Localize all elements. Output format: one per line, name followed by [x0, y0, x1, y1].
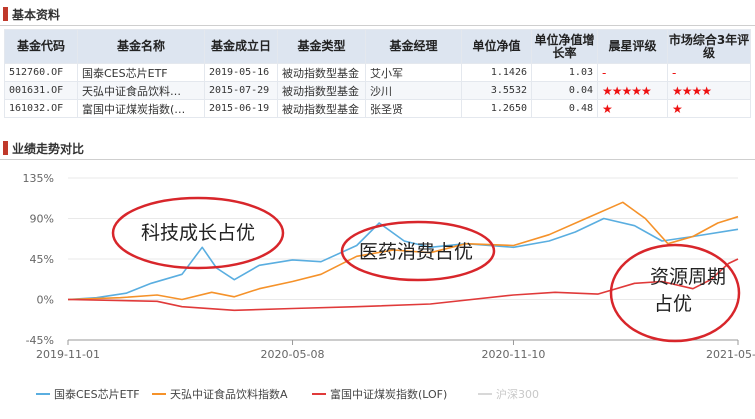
performance-header: 业绩走势对比	[0, 136, 755, 160]
header-type[interactable]: 基金类型	[277, 29, 366, 64]
chart-legend[interactable]: 国泰CES芯片ETF 天弘中证食品饮料指数A 富国中证煤炭指数(LOF) 沪深300	[36, 387, 539, 401]
fund-type: 被动指数型基金	[277, 63, 366, 82]
fund-manager[interactable]: 张圣贤	[365, 99, 462, 118]
mkt-rating-stars: -	[667, 63, 751, 82]
annotation-text: 资源周期	[650, 266, 726, 288]
fund-type: 被动指数型基金	[277, 99, 366, 118]
fund-type: 被动指数型基金	[277, 81, 366, 100]
fund-growth: 1.03	[531, 63, 598, 82]
legend-label: 天弘中证食品饮料指数A	[170, 387, 288, 401]
table-row[interactable]: 001631.OF 天弘中证食品饮料… 2015-07-29 被动指数型基金 沙…	[4, 81, 751, 100]
header-date[interactable]: 基金成立日	[204, 29, 278, 64]
y-tick-label: -45%	[26, 334, 54, 347]
fund-code[interactable]: 161032.OF	[4, 99, 78, 118]
fund-nav: 1.1426	[461, 63, 532, 82]
y-tick-label: 45%	[30, 253, 54, 266]
section-divider	[0, 25, 755, 26]
fund-code[interactable]: 512760.OF	[4, 63, 78, 82]
table-header-row: 基金代码 基金名称 基金成立日 基金类型 基金经理 单位净值 单位净值增长率 晨…	[4, 29, 751, 64]
section-title-basic: 基本资料	[12, 7, 61, 22]
y-tick-label: 0%	[37, 294, 54, 307]
fund-growth: 0.48	[531, 99, 598, 118]
ms-rating-stars: -	[597, 63, 668, 82]
fund-manager[interactable]: 沙川	[365, 81, 462, 100]
x-tick-label: 2021-05-18	[706, 348, 755, 361]
fund-name[interactable]: 天弘中证食品饮料…	[77, 81, 205, 100]
section-title-perf: 业绩走势对比	[12, 141, 85, 156]
mkt-rating-stars: ★★★★	[667, 81, 751, 100]
fund-growth: 0.04	[531, 81, 598, 100]
x-tick-label: 2020-11-10	[482, 348, 546, 361]
fund-date: 2019-05-16	[204, 63, 278, 82]
annotation-text: 占优	[654, 293, 692, 315]
header-manager[interactable]: 基金经理	[365, 29, 462, 64]
performance-chart: 135% 90% 45% 0% -45%2019-11-01 2020-05-08 2020…	[23, 172, 755, 401]
fund-manager[interactable]: 艾小军	[365, 63, 462, 82]
annotation-text: 医药消费占优	[359, 241, 473, 263]
ms-rating-stars: ★★★★★	[597, 81, 668, 100]
basic-info-header: 基本资料	[0, 2, 755, 26]
x-tick-label: 2019-11-01	[36, 348, 100, 361]
y-tick-label: 135%	[23, 172, 54, 185]
fund-date: 2015-06-19	[204, 99, 278, 118]
fund-table: 基金代码 基金名称 基金成立日 基金类型 基金经理 单位净值 单位净值增长率 晨…	[4, 29, 751, 118]
header-code[interactable]: 基金代码	[4, 29, 78, 64]
table-row[interactable]: 161032.OF 富国中证煤炭指数(… 2015-06-19 被动指数型基金 …	[4, 99, 751, 118]
table-row[interactable]: 512760.OF 国泰CES芯片ETF 2019-05-16 被动指数型基金 …	[4, 63, 751, 82]
x-tick-label: 2020-05-08	[261, 348, 325, 361]
chart-grid: 135% 90% 45% 0% -45%2019-11-01 2020-05-08 2020…	[23, 172, 755, 361]
header-name[interactable]: 基金名称	[77, 29, 205, 64]
mkt-rating-stars: ★	[667, 99, 751, 118]
header-growth[interactable]: 单位净值增长率	[531, 29, 598, 64]
fund-date: 2015-07-29	[204, 81, 278, 100]
ms-rating-stars: ★	[597, 99, 668, 118]
fund-name[interactable]: 富国中证煤炭指数(…	[77, 99, 205, 118]
annotation-text: 科技成长占优	[141, 222, 255, 244]
fund-nav: 3.5532	[461, 81, 532, 100]
fund-code[interactable]: 001631.OF	[4, 81, 78, 100]
header-mkt-rating[interactable]: 市场综合3年评级	[667, 29, 751, 64]
section-marker	[3, 141, 8, 155]
legend-label: 国泰CES芯片ETF	[54, 387, 140, 401]
y-tick-label: 90%	[30, 213, 54, 226]
header-nav[interactable]: 单位净值	[461, 29, 532, 64]
legend-label: 富国中证煤炭指数(LOF)	[330, 387, 447, 401]
legend-label: 沪深300	[496, 387, 539, 401]
fund-name[interactable]: 国泰CES芯片ETF	[77, 63, 205, 82]
header-ms-rating[interactable]: 晨星评级	[597, 29, 668, 64]
fund-nav: 1.2650	[461, 99, 532, 118]
section-divider	[0, 159, 755, 160]
section-marker	[3, 7, 8, 21]
